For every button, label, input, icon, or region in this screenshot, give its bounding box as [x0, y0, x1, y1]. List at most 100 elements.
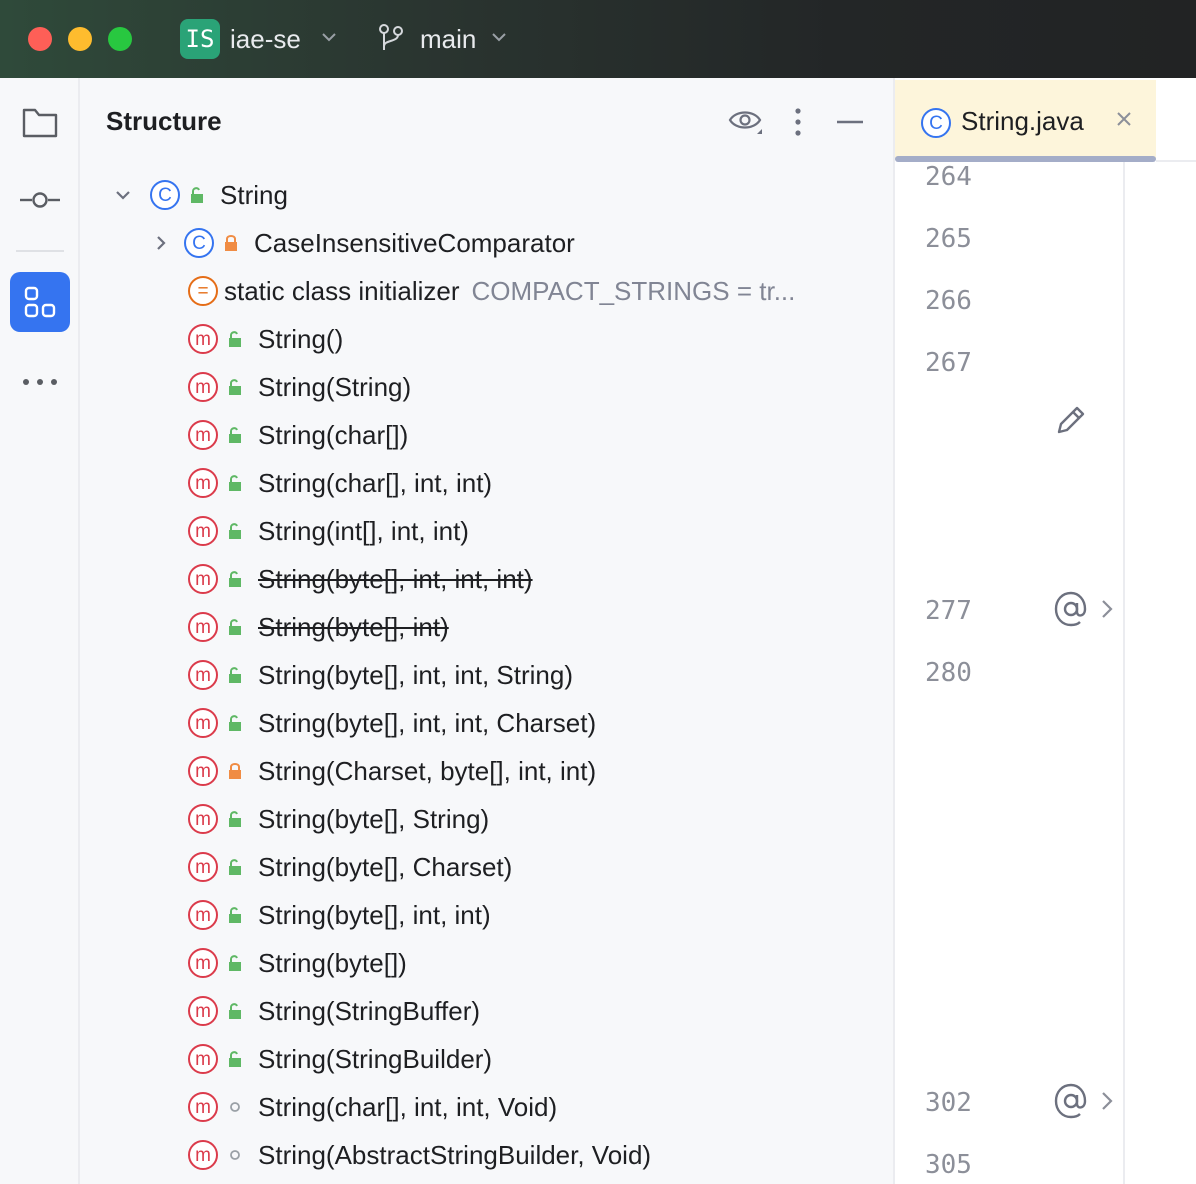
tree-item-hint: COMPACT_STRINGS = tr... [471, 275, 796, 306]
package-private-icon [224, 1144, 246, 1166]
hide-panel-button[interactable] [830, 102, 870, 142]
line-number: 305 [925, 1150, 972, 1180]
chevron-down-icon[interactable] [318, 26, 340, 48]
tree-item[interactable]: m String(Charset, byte[], int, int) [188, 747, 596, 795]
chevron-right-icon[interactable] [1097, 1088, 1117, 1114]
tree-item[interactable]: m String(AbstractStringBuilder, Void) [188, 1131, 651, 1179]
method-icon: m [188, 372, 218, 402]
project-selector[interactable]: iae-se [230, 22, 301, 56]
tree-item-label: String(byte[], int, int, int) [258, 564, 533, 594]
branch-icon [379, 24, 403, 50]
title-bar: IS iae-se main [0, 0, 1196, 78]
structure-tool-button[interactable] [10, 272, 70, 332]
minimize-window-button[interactable] [68, 27, 92, 51]
tree-item[interactable]: m String(String) [188, 363, 411, 411]
method-icon: m [188, 324, 218, 354]
view-options-button[interactable] [726, 102, 766, 142]
public-icon [224, 808, 246, 830]
public-icon [224, 520, 246, 542]
public-icon [224, 664, 246, 686]
line-number: 265 [925, 224, 972, 254]
annotation-icon[interactable] [1053, 1081, 1089, 1121]
method-icon: m [188, 1092, 218, 1122]
tree-root-row[interactable]: C String [108, 171, 288, 219]
tree-item[interactable]: m String(char[]) [188, 411, 408, 459]
tree-item-label: String [220, 180, 288, 210]
private-icon [220, 232, 242, 254]
branch-selector[interactable]: main [420, 22, 476, 56]
method-icon: m [188, 420, 218, 450]
method-icon: m [188, 852, 218, 882]
project-tool-button[interactable] [16, 98, 64, 146]
public-icon [224, 1048, 246, 1070]
tree-item-label: String(AbstractStringBuilder, Void) [258, 1140, 652, 1170]
tree-item[interactable]: m String(int[], int, int) [188, 507, 469, 555]
commit-tool-button[interactable] [16, 176, 64, 224]
tree-item[interactable]: = static class initializer COMPACT_STRINGS… [188, 267, 795, 315]
tree-item-label: String(byte[], int, int) [258, 900, 491, 930]
close-icon[interactable] [1113, 108, 1135, 130]
chevron-down-icon[interactable] [488, 26, 510, 48]
tree-item[interactable]: m String(byte[], Charset) [188, 843, 512, 891]
tree-item[interactable]: m String(char[], int, int) [188, 459, 492, 507]
tree-item[interactable]: m String(byte[], int, int, Charset) [188, 699, 596, 747]
tree-item-label: String(char[], int, int, Void) [258, 1092, 558, 1122]
project-badge[interactable]: IS [180, 19, 220, 59]
tree-item[interactable]: m String(byte[], int, int, String) [188, 651, 573, 699]
public-icon [224, 1000, 246, 1022]
public-icon [224, 424, 246, 446]
tree-item-label: String(StringBuffer) [258, 996, 481, 1026]
tree-item-label: String(byte[], int, int, Charset) [258, 708, 597, 738]
gutter-divider [1123, 162, 1125, 1184]
tree-item[interactable]: m String(StringBuffer) [188, 987, 480, 1035]
edit-icon[interactable] [1053, 402, 1089, 438]
structure-panel: Structure C String C CaseInsensitiveComp… [82, 78, 892, 1184]
method-icon: m [188, 756, 218, 786]
more-tools-button[interactable] [16, 358, 64, 406]
method-icon: m [188, 516, 218, 546]
public-icon [224, 712, 246, 734]
method-icon: m [188, 900, 218, 930]
chevron-right-icon[interactable] [1097, 596, 1117, 622]
tree-item-label: String(char[], int, int) [258, 468, 493, 498]
close-window-button[interactable] [28, 27, 52, 51]
editor-tab[interactable]: C String.java [895, 80, 1156, 162]
tree-item[interactable]: m String(char[], int, int, Void) [188, 1083, 557, 1131]
method-icon: m [188, 564, 218, 594]
tree-item[interactable]: m String(byte[], int) [188, 603, 449, 651]
tree-item[interactable]: m String() [188, 315, 343, 363]
tab-label: String.java [961, 106, 1084, 136]
chevron-down-icon[interactable] [108, 180, 138, 210]
tree-item[interactable]: m String(StringBuilder) [188, 1035, 492, 1083]
zoom-window-button[interactable] [108, 27, 132, 51]
method-icon: m [188, 996, 218, 1026]
method-icon: m [188, 612, 218, 642]
tree-item-label: CaseInsensitiveComparator [254, 228, 575, 258]
class-icon: C [921, 108, 951, 138]
minimize-icon [837, 120, 863, 124]
tree-item-label: String(byte[], int, int, String) [258, 660, 574, 690]
line-number: 280 [925, 658, 972, 688]
public-icon [224, 376, 246, 398]
tree-item-label: String(int[], int, int) [258, 516, 469, 546]
line-number: 267 [925, 348, 972, 378]
public-icon [224, 856, 246, 878]
line-number: 277 [925, 596, 972, 626]
tree-item[interactable]: m String(byte[], int, int) [188, 891, 491, 939]
annotation-icon[interactable] [1053, 589, 1089, 629]
options-menu-button[interactable] [778, 102, 818, 142]
tree-item-label: String(String) [258, 372, 412, 402]
tree-item-label: String(byte[], int) [258, 612, 449, 642]
method-icon: m [188, 708, 218, 738]
class-icon: C [184, 228, 214, 258]
chevron-right-icon[interactable] [146, 228, 176, 258]
tree-item[interactable]: m String(byte[], int, int, int) [188, 555, 533, 603]
tree-item[interactable]: m String(byte[]) [188, 939, 407, 987]
public-icon [224, 904, 246, 926]
toolstrip-divider [16, 250, 64, 252]
tree-item[interactable]: m String(byte[], String) [188, 795, 489, 843]
tree-item[interactable]: C CaseInsensitiveComparator [146, 219, 575, 267]
line-number: 302 [925, 1088, 972, 1118]
tree-item-label: String(Charset, byte[], int, int) [258, 756, 597, 786]
more-vertical-icon [795, 108, 801, 136]
